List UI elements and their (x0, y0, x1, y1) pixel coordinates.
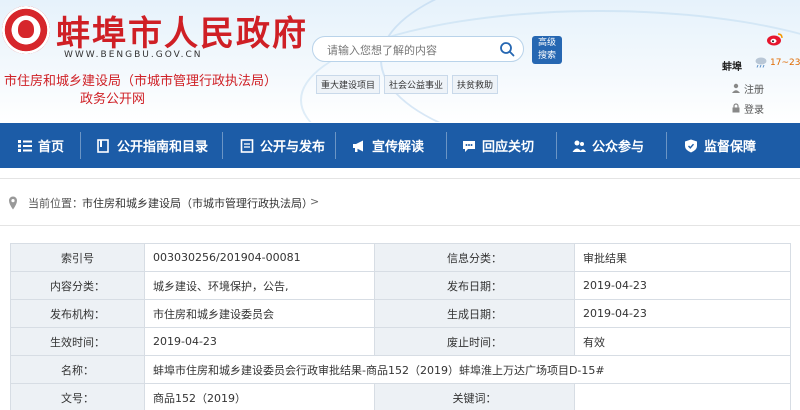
document-icon (240, 138, 254, 153)
hot-tag-public-welfare[interactable]: 社会公益事业 (384, 75, 449, 94)
shield-icon (685, 139, 697, 152)
login-link[interactable]: 登录 (744, 101, 764, 116)
table-row: 生效时间： 2019-04-23 废止时间： 有效 (10, 327, 791, 356)
nav-home-label: 首页 (38, 140, 65, 155)
hot-tags: 重大建设项目 社会公益事业 扶贫救助 (316, 75, 499, 94)
repeal-date-label: 废止时间： (374, 327, 575, 356)
breadcrumb: 当前位置： 市住房和城乡建设局（市城市管理行政执法局） > (0, 178, 800, 226)
nav-interpretation-label: 宣传解读 (372, 140, 425, 155)
nav-publish-label: 公开与发布 (260, 140, 326, 155)
department-subtitle[interactable]: 政务公开网 (80, 88, 145, 107)
nav-supervision[interactable]: 监督保障 (684, 123, 756, 168)
city-emblem-logo[interactable] (2, 6, 50, 54)
main-nav: 首页 公开指南和目录 公开与发布 宣传解读 回应关切 公众参与 监督保障 (0, 123, 800, 168)
issuer-value: 市住房和城乡建设委员会 (144, 299, 375, 328)
chat-icon (463, 140, 475, 152)
generation-date-label: 生成日期： (374, 299, 575, 328)
breadcrumb-department-link[interactable]: 市住房和城乡建设局（市城市管理行政执法局） (82, 195, 313, 211)
book-icon (97, 138, 109, 153)
cloud-rain-icon (755, 57, 767, 68)
register-link[interactable]: 注册 (744, 81, 764, 96)
department-name[interactable]: 市住房和城乡建设局（市城市管理行政执法局） (4, 70, 277, 89)
breadcrumb-separator: > (310, 195, 320, 208)
issuer-label: 发布机构： (10, 299, 145, 328)
weather-city: 蚌埠 (722, 62, 742, 73)
advanced-search-button[interactable]: 高级 搜索 (532, 36, 562, 64)
generation-date-value: 2019-04-23 (574, 299, 791, 328)
index-number-label: 索引号 (10, 243, 145, 272)
nav-guide-catalog-label: 公开指南和目录 (117, 140, 209, 155)
location-pin-icon (9, 196, 17, 210)
content-type-label: 内容分类： (10, 271, 145, 300)
table-row: 文号： 商品152（2019） 关键词： (10, 383, 791, 410)
user-icon (732, 83, 740, 93)
info-category-label: 信息分类： (374, 243, 575, 272)
hot-tag-poverty-relief[interactable]: 扶贫救助 (452, 75, 499, 94)
publish-date-value: 2019-04-23 (574, 271, 791, 300)
site-domain: WWW.BENGBU.GOV.CN (64, 50, 203, 60)
megaphone-icon (353, 140, 363, 152)
search-icon[interactable] (499, 41, 515, 57)
breadcrumb-prefix: 当前位置： (28, 197, 83, 210)
info-category-value: 审批结果 (574, 243, 791, 272)
document-name-label: 名称： (10, 355, 145, 384)
nav-response[interactable]: 回应关切 (462, 123, 534, 168)
search-input[interactable] (327, 41, 497, 59)
document-number-label: 文号： (10, 383, 145, 410)
nav-publish[interactable]: 公开与发布 (240, 123, 325, 168)
table-row: 名称： 蚌埠市住房和城乡建设委员会行政审批结果-商品152（2019）蚌埠淮上万… (10, 355, 791, 384)
repeal-date-value: 有效 (574, 327, 791, 356)
table-row: 内容分类： 城乡建设、环境保护，公告, 发布日期： 2019-04-23 (10, 271, 791, 300)
effective-date-value: 2019-04-23 (144, 327, 375, 356)
table-row: 索引号 003030256/201904-00081 信息分类： 审批结果 (10, 243, 791, 272)
search-box (312, 36, 524, 62)
keywords-value (574, 383, 791, 410)
document-number-value: 商品152（2019） (144, 383, 375, 410)
list-icon (18, 139, 32, 152)
people-icon (572, 140, 586, 152)
table-row: 发布机构： 市住房和城乡建设委员会 生成日期： 2019-04-23 (10, 299, 791, 328)
nav-supervision-label: 监督保障 (704, 140, 757, 155)
index-number-value: 003030256/201904-00081 (144, 243, 375, 272)
hot-tag-major-projects[interactable]: 重大建设项目 (316, 75, 381, 94)
nav-interpretation[interactable]: 宣传解读 (352, 123, 424, 168)
nav-response-label: 回应关切 (482, 140, 535, 155)
weibo-icon[interactable] (766, 32, 784, 46)
document-name-value: 蚌埠市住房和城乡建设委员会行政审批结果-商品152（2019）蚌埠淮上万达广场项… (144, 355, 791, 384)
publish-date-label: 发布日期： (374, 271, 575, 300)
nav-participation[interactable]: 公众参与 (572, 123, 644, 168)
document-info-table: 索引号 003030256/201904-00081 信息分类： 审批结果 内容… (10, 243, 791, 410)
nav-participation-label: 公众参与 (592, 140, 645, 155)
weather-temperature: 17~23℃ (770, 58, 800, 68)
effective-date-label: 生效时间： (10, 327, 145, 356)
site-header: 蚌埠市人民政府 WWW.BENGBU.GOV.CN 市住房和城乡建设局（市城市管… (0, 0, 800, 122)
site-title[interactable]: 蚌埠市人民政府 (56, 6, 308, 55)
nav-home[interactable]: 首页 (18, 123, 64, 168)
lock-icon (732, 103, 740, 113)
advanced-search-label-1: 高级 (537, 38, 556, 48)
advanced-search-label-2: 搜索 (537, 51, 556, 61)
keywords-label: 关键词： (374, 383, 575, 410)
content-type-value: 城乡建设、环境保护，公告, (144, 271, 375, 300)
nav-guide-catalog[interactable]: 公开指南和目录 (97, 123, 208, 168)
